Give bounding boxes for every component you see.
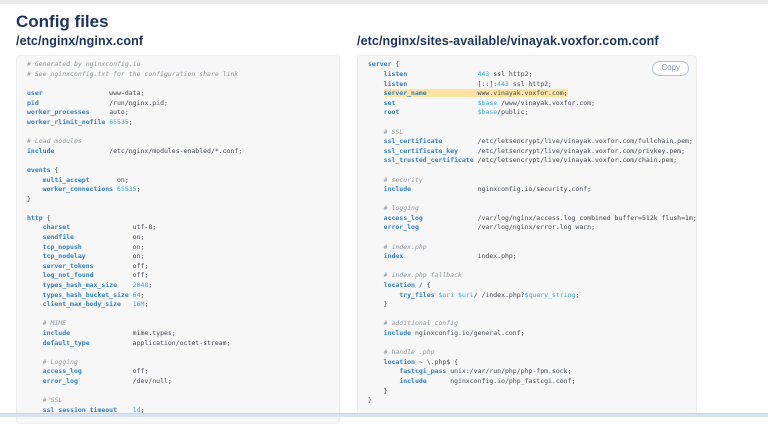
code-line: root $base/public; (383, 108, 529, 117)
code-line: ssl_trusted_certificate /etc/letsencrypt… (383, 156, 678, 165)
code-line: location ~ \.php$ { (383, 357, 459, 366)
bottom-section-edge (0, 413, 768, 417)
code-line: include mime.types; (42, 329, 176, 338)
code-line: fastcgi_pass unix:/var/run/php/php-fpm.s… (399, 367, 572, 376)
code-line: } (368, 386, 388, 395)
code-line: # additional config (383, 319, 459, 328)
column-site-conf: /etc/nginx/sites-available/vinayak.voxfo… (357, 34, 697, 415)
code-line: include nginxconfig.io/security.conf; (383, 185, 592, 194)
code-line: charset utf-8; (42, 223, 157, 232)
code-line: location / { (383, 281, 431, 290)
code-line: # logging (383, 204, 419, 213)
code-line: error_log /dev/null; (42, 376, 172, 385)
code-line: # Load modules (27, 137, 82, 146)
code-line: worker_connections 65535; (42, 185, 141, 194)
code-line: types_hash_bucket_size 64; (42, 290, 145, 299)
code-line: sendfile on; (42, 233, 145, 242)
code-line: http { (27, 213, 51, 222)
code-line: # security (383, 175, 423, 184)
code-line: access_log /var/log/nginx/access.log com… (383, 213, 697, 222)
column-nginx-conf: /etc/nginx/nginx.conf # Generated by ngi… (16, 34, 340, 424)
code-line: ssl_certificate /etc/letsencrypt/live/vi… (383, 137, 693, 146)
code-line: # Generated by nginxconfig.io (27, 60, 141, 69)
code-line: # index.php (383, 242, 427, 251)
code-line: # SSL (42, 396, 63, 405)
code-line: listen 443 ssl http2; (383, 69, 533, 78)
code-line: ssl_certificate_key /etc/letsencrypt/liv… (383, 146, 685, 155)
code-line: # SSL (383, 127, 404, 136)
code-line: tcp_nopush on; (42, 242, 145, 251)
code-line: pid /run/nginx.pid; (27, 98, 168, 107)
code-line: } (368, 300, 388, 309)
code-line: events { (27, 165, 59, 174)
page-title: Config files (16, 12, 109, 31)
code-line: # index.php fallback (383, 271, 462, 280)
code-line: include nginxconfig.io/php_fastcgi.conf; (399, 376, 576, 385)
code-line: } (27, 194, 31, 203)
code-line: } (368, 396, 372, 405)
code-block-nginx-conf: # Generated by nginxconfig.io # See nginx… (27, 60, 329, 415)
code-panel-site-conf: Copy server { listen 443 ssl http2; list… (357, 55, 697, 415)
code-line: # Logging (42, 357, 78, 366)
top-divider (0, 0, 768, 4)
code-line: access_log off; (42, 367, 149, 376)
code-line: # MIME (42, 319, 67, 328)
code-line: tcp_nodelay on; (42, 252, 145, 261)
code-line: include /etc/nginx/modules-enabled/*.con… (27, 146, 243, 155)
code-line: worker_processes auto; (27, 108, 129, 117)
code-line: include nginxconfig.io/general.conf; (383, 329, 525, 338)
code-line: user www-data; (27, 89, 145, 98)
code-panel-nginx-conf: # Generated by nginxconfig.io # See nginx… (16, 55, 340, 424)
code-line: index index.php; (383, 252, 517, 261)
code-line: client_max_body_size 16M; (42, 300, 149, 309)
highlighted-line: server_name www.vinayak.voxfor.com; (383, 89, 568, 98)
code-line: set $base /www/vinayak.voxfor.com; (383, 98, 596, 107)
file-path-title-site-conf: /etc/nginx/sites-available/vinayak.voxfo… (357, 34, 659, 49)
file-path-title-nginx-conf: /etc/nginx/nginx.conf (16, 34, 144, 49)
code-line: try_files $uri $uri/ /index.php?$query_s… (399, 290, 580, 299)
config-columns: /etc/nginx/nginx.conf # Generated by ngi… (16, 34, 768, 424)
code-line: default_type application/octet-stream; (42, 338, 231, 347)
code-line: error_log /var/log/nginx/error.log warn; (383, 223, 595, 232)
code-line: worker_rlimit_nofile 65535; (27, 117, 133, 126)
code-line: # See nginxconfig.txt for the configurat… (27, 69, 239, 78)
code-line: types_hash_max_size 2048; (42, 281, 153, 290)
code-block-site-conf: server { listen 443 ssl http2; listen [:… (368, 60, 697, 405)
config-files-section: Config files /etc/nginx/nginx.conf # Gen… (0, 12, 768, 424)
code-line: server_tokens off; (42, 261, 149, 270)
code-line: multi_accept on; (42, 175, 129, 184)
code-line: log_not_found off; (42, 271, 149, 280)
code-line: listen [::]:443 ssl http2; (383, 79, 552, 88)
code-line: # handle .php (383, 348, 435, 357)
copy-button[interactable]: Copy (652, 61, 689, 76)
code-line: server { (368, 60, 400, 69)
